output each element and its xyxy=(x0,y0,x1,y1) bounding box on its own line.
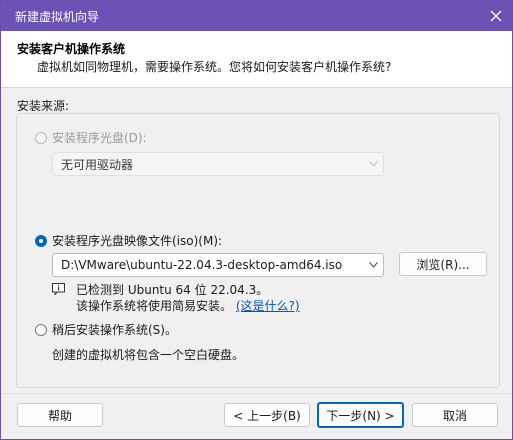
page-subtitle: 虚拟机如同物理机，需要操作系统。您将如何安装客户机操作系统? xyxy=(37,60,392,74)
page-title: 安装客户机操作系统 xyxy=(17,42,126,56)
cancel-button[interactable]: 取消 xyxy=(412,403,498,427)
help-button[interactable]: 帮助 xyxy=(17,403,103,427)
footer-divider xyxy=(1,393,512,394)
close-icon xyxy=(490,10,502,22)
chevron-down-icon xyxy=(363,153,383,175)
new-vm-wizard-window: 新建虚拟机向导 安装客户机操作系统 虚拟机如同物理机，需要操作系统。您将如何安装… xyxy=(0,0,513,440)
wizard-header: 安装客户机操作系统 虚拟机如同物理机，需要操作系统。您将如何安装客户机操作系统? xyxy=(1,31,512,88)
radio-installer-disc[interactable]: 安装程序光盘(D): xyxy=(35,129,147,146)
radio-installer-disc-label: 安装程序光盘(D): xyxy=(52,131,147,145)
iso-path-combo[interactable]: D:\VMware\ubuntu-22.04.3-desktop-amd64.i… xyxy=(52,253,384,277)
radio-installer-iso[interactable]: 安装程序光盘映像文件(iso)(M): xyxy=(35,232,222,249)
radio-button[interactable] xyxy=(35,131,47,144)
easy-install-note: 该操作系统将使用简易安装。 (这是什么?) xyxy=(76,297,300,314)
install-source-label: 安装来源: xyxy=(17,99,70,113)
disc-drive-select[interactable]: 无可用驱动器 xyxy=(52,152,384,176)
disc-drive-value: 无可用驱动器 xyxy=(61,157,134,172)
whats-this-link[interactable]: (这是什么?) xyxy=(236,299,300,313)
window-title: 新建虚拟机向导 xyxy=(15,10,100,24)
easy-install-text: 该操作系统将使用简易安装。 xyxy=(76,299,233,313)
info-icon xyxy=(52,283,65,295)
back-button[interactable]: < 上一步(B) xyxy=(224,403,310,427)
install-later-description: 创建的虚拟机将包含一个空白硬盘。 xyxy=(52,348,245,362)
browse-button[interactable]: 浏览(R)... xyxy=(399,252,487,276)
iso-path-value: D:\VMware\ubuntu-22.04.3-desktop-amd64.i… xyxy=(61,258,343,272)
radio-install-later-label: 稍后安装操作系统(S)。 xyxy=(52,323,177,337)
next-button[interactable]: 下一步(N) > xyxy=(317,402,404,428)
radio-install-later[interactable]: 稍后安装操作系统(S)。 xyxy=(35,321,177,338)
chevron-down-icon[interactable] xyxy=(363,254,383,276)
close-button[interactable] xyxy=(486,6,506,26)
radio-button[interactable] xyxy=(35,234,47,247)
detected-os-text: 已检测到 Ubuntu 64 位 22.04.3。 xyxy=(76,283,269,297)
radio-button[interactable] xyxy=(35,323,47,336)
radio-installer-iso-label: 安装程序光盘映像文件(iso)(M): xyxy=(52,234,223,248)
title-bar: 新建虚拟机向导 xyxy=(1,1,512,31)
